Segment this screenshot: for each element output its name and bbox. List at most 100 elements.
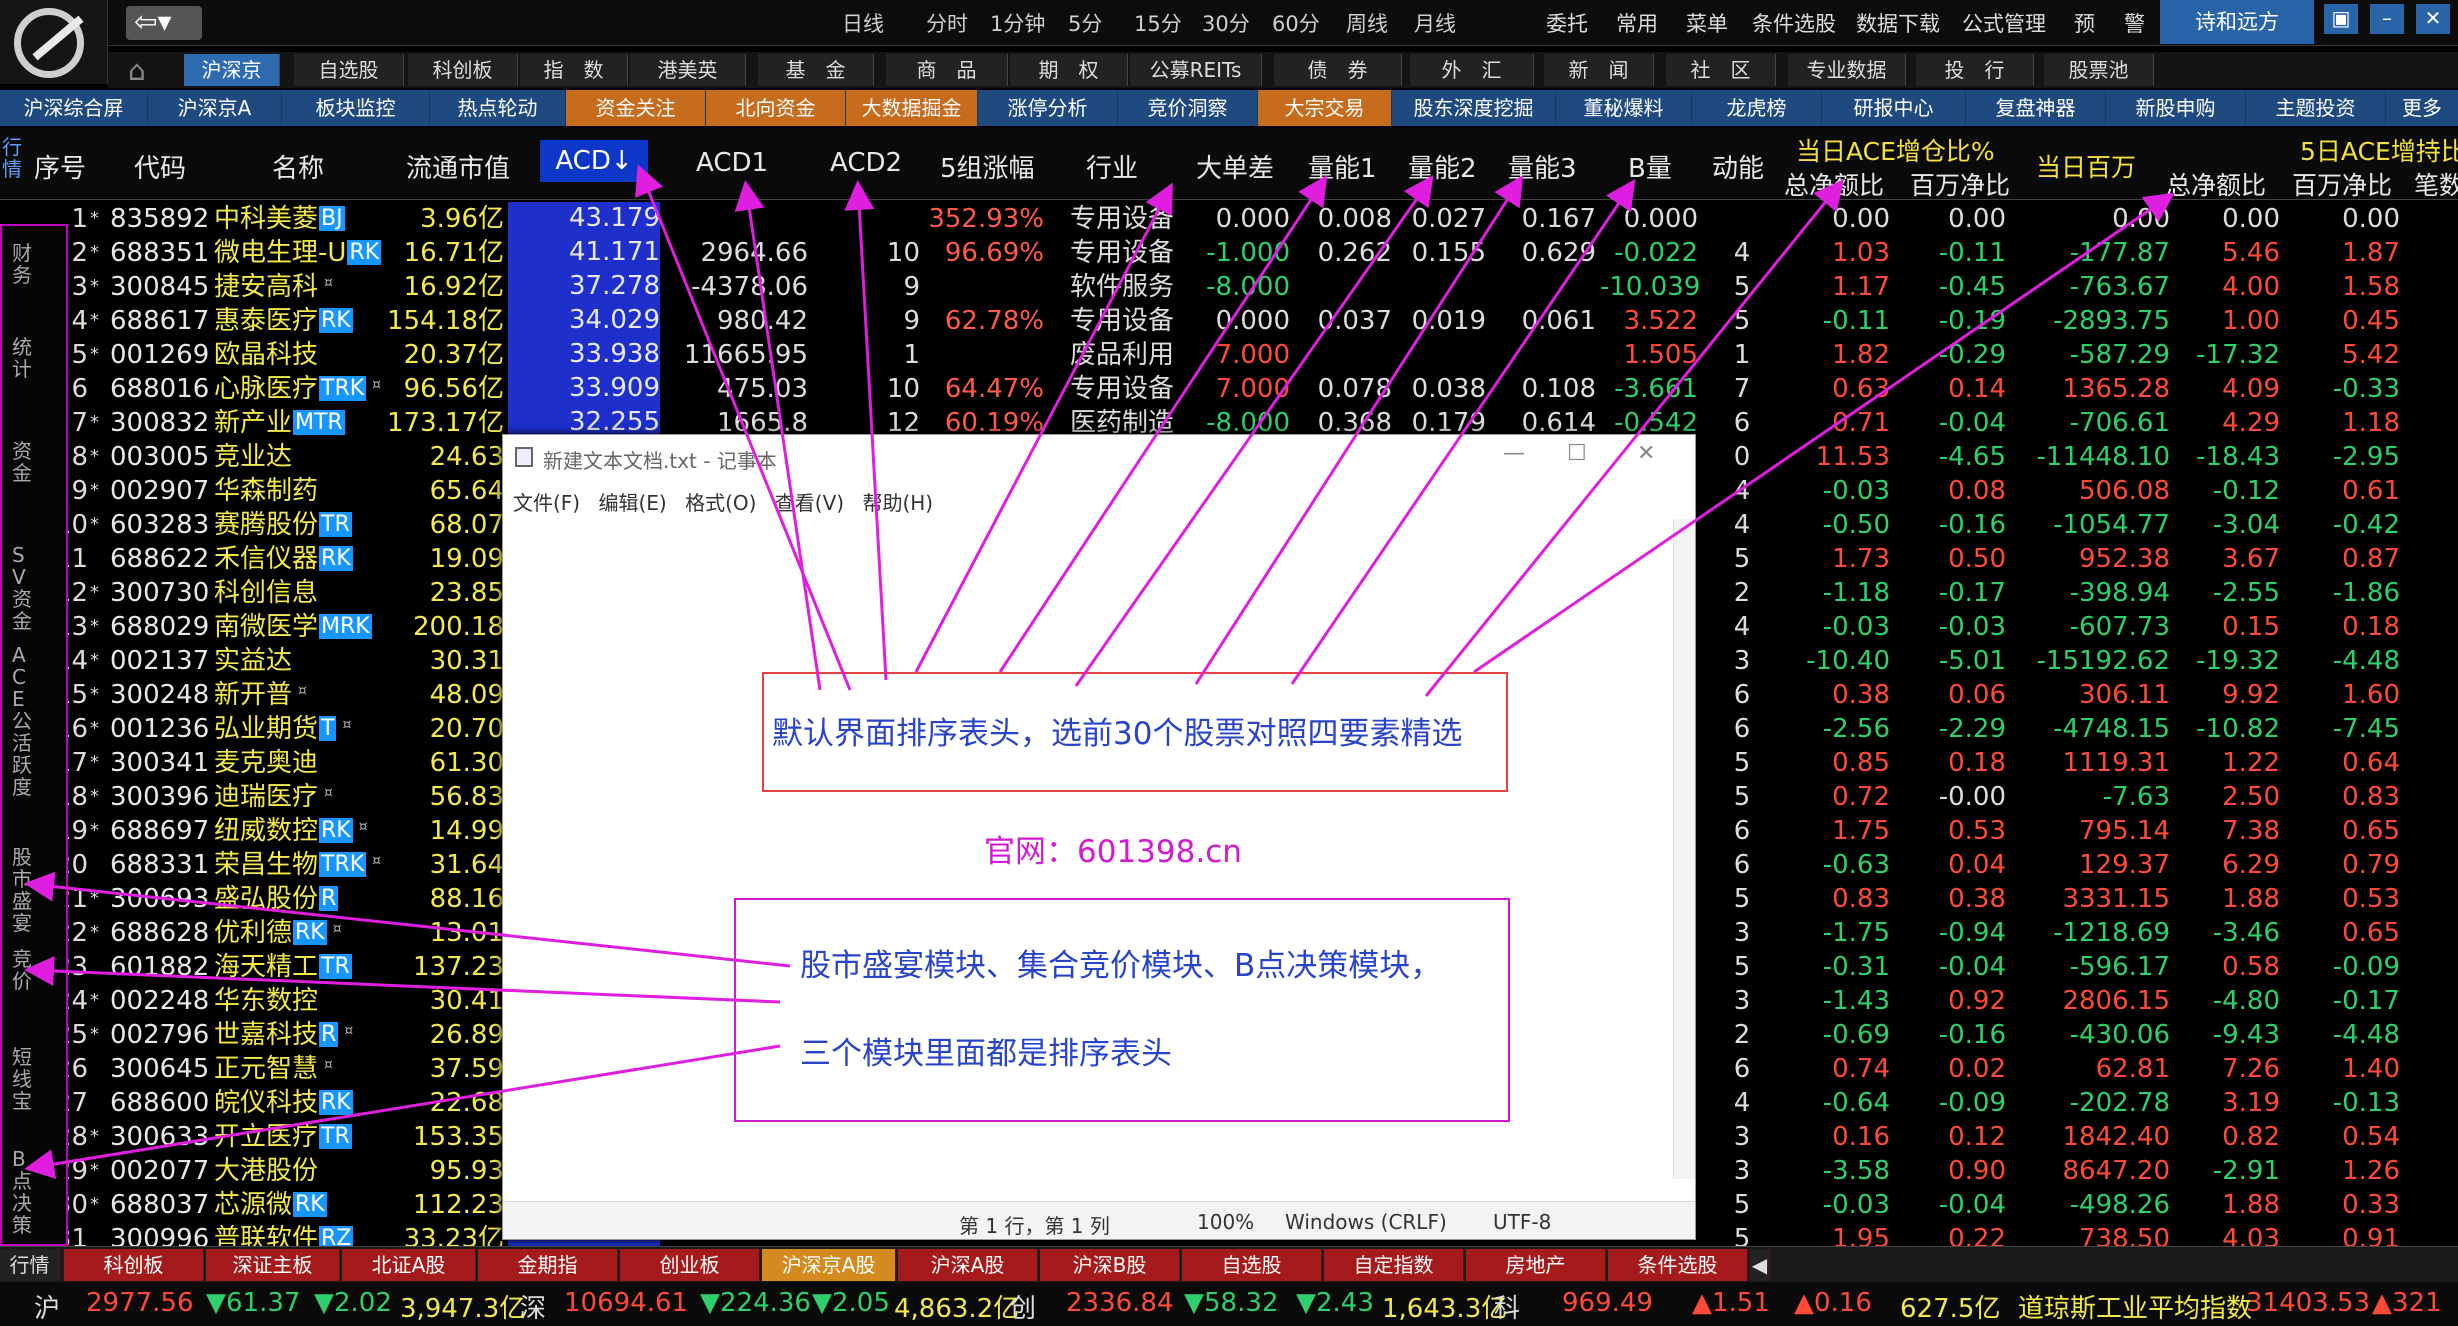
sidebar-ace-activity[interactable]: ACE公活跃度 — [12, 644, 38, 798]
menu-main[interactable]: 菜单 — [1686, 8, 1728, 38]
period-monthly[interactable]: 月线 — [1414, 8, 1456, 38]
col-market-cap[interactable]: 流通市值 — [406, 148, 510, 185]
tab-bond[interactable]: 债 券 — [1274, 54, 1402, 86]
sidebar-stats[interactable]: 统计 — [12, 336, 38, 380]
close-icon[interactable]: ✕ — [2416, 4, 2450, 34]
menu-alert-2[interactable]: 警 — [2124, 8, 2145, 38]
quotes-side-label[interactable]: 行情 — [2, 136, 32, 180]
menu-stock-screener[interactable]: 条件选股 — [1752, 8, 1836, 38]
sidebar-short-term[interactable]: 短线宝 — [12, 1046, 38, 1112]
stock-name[interactable]: 南微医学 MRK — [214, 611, 372, 645]
scroll-left-icon[interactable]: ◀ — [1750, 1249, 1770, 1281]
tab-star-market[interactable]: 科创板 — [408, 54, 518, 86]
period-weekly[interactable]: 周线 — [1346, 8, 1388, 38]
tab-big-data[interactable]: 大数据掘金 — [846, 90, 978, 126]
col-name[interactable]: 名称 — [272, 148, 324, 185]
col-ace-5day[interactable]: 5日ACE增持比 — [2300, 132, 2458, 168]
sidebar-finance[interactable]: 财务 — [12, 242, 38, 286]
btab-watchlist[interactable]: 自选股 — [1182, 1249, 1322, 1281]
period-30min[interactable]: 30分 — [1202, 8, 1250, 38]
stock-name[interactable]: 实益达 — [214, 645, 292, 677]
stock-name[interactable]: 皖仪科技 RK — [214, 1087, 353, 1121]
table-row[interactable]: 1 * 835892 3.96亿 43.179 352.93% 专用设备 0.000 0.008… — [0, 202, 2458, 236]
stock-name[interactable]: 中科美菱 BJ — [214, 203, 345, 237]
period-daily[interactable]: 日线 — [842, 8, 884, 38]
col-million-today[interactable]: 当日百万 — [2036, 148, 2136, 184]
btab-quotes[interactable]: 行情 — [0, 1249, 60, 1281]
col-momentum[interactable]: 动能 — [1712, 148, 1764, 185]
col-code[interactable]: 代码 — [134, 148, 186, 185]
stock-name[interactable]: 禾信仪器 RK — [214, 543, 353, 577]
col-big-order-diff[interactable]: 大单差 — [1196, 148, 1274, 185]
tab-research[interactable]: 研报中心 — [1822, 90, 1966, 126]
btab-star[interactable]: 科创板 — [64, 1249, 204, 1281]
col-b-volume[interactable]: B量 — [1628, 148, 1672, 185]
col-ace-5day-net[interactable]: 总净额比 — [2166, 166, 2266, 202]
stock-name[interactable]: 新开普 ¤ — [214, 679, 307, 715]
tab-sector-monitor[interactable]: 板块监控 — [282, 90, 430, 126]
stock-name[interactable]: 开立医疗 TR — [214, 1121, 352, 1155]
menu-format[interactable]: 格式(O) — [685, 491, 756, 515]
btab-hs-b[interactable]: 沪深B股 — [1040, 1249, 1180, 1281]
stock-name[interactable]: 赛腾股份 TR — [214, 509, 352, 543]
col-industry[interactable]: 行业 — [1086, 148, 1138, 185]
user-account[interactable]: 诗和远方 — [2160, 0, 2314, 44]
tab-more[interactable]: 更多 — [2386, 90, 2458, 126]
stock-name[interactable]: 荣昌生物 TRK ¤ — [214, 849, 381, 885]
stock-name[interactable]: 芯源微 RK — [214, 1189, 327, 1223]
btab-screener[interactable]: 条件选股 — [1608, 1249, 1748, 1281]
stock-name[interactable]: 纽威数控 RK ¤ — [214, 815, 368, 851]
btab-hsj-a[interactable]: 沪深京A股 — [762, 1249, 896, 1281]
period-5min[interactable]: 5分 — [1068, 8, 1102, 38]
stock-name[interactable]: 捷安高科 ¤ — [214, 271, 333, 307]
back-forward-buttons[interactable]: ⇦▾ — [126, 6, 202, 40]
tab-investment-bank[interactable]: 投 行 — [1916, 54, 2034, 86]
menu-file[interactable]: 文件(F) — [513, 491, 580, 515]
tab-ipo[interactable]: 新股申购 — [2106, 90, 2246, 126]
tab-options[interactable]: 期 权 — [1010, 54, 1128, 86]
table-row[interactable]: 5 * 001269 20.37亿 33.938 11665.95 1 废品利用 7.000 1.… — [0, 338, 2458, 372]
tab-limit-up[interactable]: 涨停分析 — [978, 90, 1118, 126]
btab-custom-index[interactable]: 自定指数 — [1324, 1249, 1464, 1281]
stock-name[interactable]: 欧晶科技 — [214, 339, 318, 371]
btab-bj-a[interactable]: 北证A股 — [342, 1249, 476, 1281]
tab-block-trade[interactable]: 大宗交易 — [1258, 90, 1392, 126]
sidebar-b-point[interactable]: B点决策 — [12, 1148, 38, 1236]
col-acd2[interactable]: ACD2 — [830, 148, 902, 178]
minimize-icon[interactable]: – — [2370, 4, 2404, 34]
stock-name[interactable]: 竞业达 — [214, 441, 292, 473]
tab-watchlist[interactable]: 自选股 — [294, 54, 404, 86]
home-icon[interactable]: ⌂ — [128, 54, 146, 87]
tab-news[interactable]: 新 闻 — [1544, 54, 1654, 86]
restore-icon[interactable]: ▣ — [2324, 4, 2358, 34]
tab-community[interactable]: 社 区 — [1666, 54, 1776, 86]
sidebar-sv-capital[interactable]: SV资金 — [12, 544, 38, 632]
tab-capital-focus[interactable]: 资金关注 — [566, 90, 706, 126]
tab-review[interactable]: 复盘神器 — [1966, 90, 2106, 126]
stock-name[interactable]: 盛弘股份 R — [214, 883, 339, 917]
tab-secretary[interactable]: 董秘爆料 — [1556, 90, 1692, 126]
stock-name[interactable]: 大港股份 — [214, 1155, 318, 1187]
tab-theme[interactable]: 主题投资 — [2246, 90, 2386, 126]
tab-hk-us[interactable]: 港美英 — [630, 54, 746, 86]
tab-shareholder[interactable]: 股东深度挖掘 — [1392, 90, 1556, 126]
col-acd-sorted[interactable]: ACD↓ — [540, 140, 648, 182]
menu-help[interactable]: 帮助(H) — [862, 491, 933, 515]
stock-name[interactable]: 优利德 RK ¤ — [214, 917, 342, 953]
col-volume1[interactable]: 量能1 — [1308, 148, 1377, 185]
stock-name[interactable]: 弘业期货 T ¤ — [214, 713, 351, 749]
col-acd1[interactable]: ACD1 — [696, 148, 768, 178]
stock-name[interactable]: 世嘉科技 R ¤ — [214, 1019, 353, 1055]
tab-hsj-a[interactable]: 沪深京A — [148, 90, 282, 126]
menu-common[interactable]: 常用 — [1616, 8, 1658, 38]
col-ace-5day-count[interactable]: 笔数 — [2414, 166, 2458, 202]
col-ace-today-net[interactable]: 总净额比 — [1784, 166, 1884, 202]
menu-view[interactable]: 查看(V) — [775, 491, 844, 515]
tab-reits[interactable]: 公募REITs — [1130, 54, 1262, 86]
stock-name[interactable]: 海天精工 TR — [214, 951, 352, 985]
tab-forex[interactable]: 外 汇 — [1410, 54, 1534, 86]
maximize-icon[interactable]: ☐ — [1567, 441, 1587, 466]
tab-composite[interactable]: 沪深综合屏 — [0, 90, 148, 126]
stock-name[interactable]: 华东数控 — [214, 985, 318, 1017]
col-ace-5day-million[interactable]: 百万净比 — [2292, 166, 2392, 202]
